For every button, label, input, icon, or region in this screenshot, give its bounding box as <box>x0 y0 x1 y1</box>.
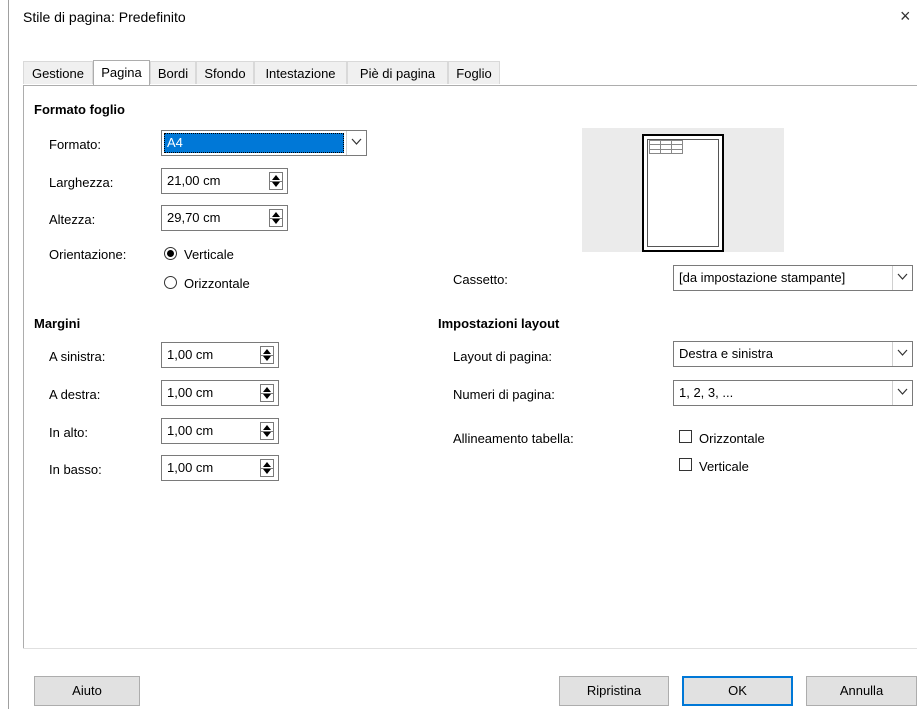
margin-left-stepper[interactable]: 1,00 cm <box>161 342 279 368</box>
footer-divider <box>23 648 917 649</box>
margin-bottom-spin-buttons[interactable] <box>260 459 274 477</box>
paper-format-heading: Formato foglio <box>34 102 125 117</box>
orientation-label: Orientazione: <box>49 247 127 262</box>
page-layout-value: Destra e sinistra <box>679 346 773 361</box>
margin-top-value: 1,00 cm <box>167 423 214 438</box>
margin-left-value: 1,00 cm <box>167 347 214 362</box>
page-numbers-select[interactable]: 1, 2, 3, ... <box>673 380 913 406</box>
ok-button[interactable]: OK <box>682 676 793 706</box>
tray-value: [da impostazione stampante] <box>679 270 846 285</box>
margin-top-label: In alto: <box>49 425 89 440</box>
margin-right-label: A destra: <box>49 387 101 402</box>
horizontal-checkbox[interactable] <box>679 430 692 443</box>
tab-intestazione[interactable]: Intestazione <box>254 61 347 84</box>
width-label: Larghezza: <box>49 175 114 190</box>
orientation-landscape-label[interactable]: Orizzontale <box>184 276 250 291</box>
vertical-label[interactable]: Verticale <box>699 459 749 474</box>
chevron-down-icon[interactable] <box>346 131 366 155</box>
chevron-down-icon[interactable] <box>892 342 912 366</box>
margin-top-spin-buttons[interactable] <box>260 422 274 440</box>
height-stepper[interactable]: 29,70 cm <box>161 205 288 231</box>
margin-left-label: A sinistra: <box>49 349 106 364</box>
margin-bottom-value: 1,00 cm <box>167 460 214 475</box>
orientation-portrait-label[interactable]: Verticale <box>184 247 234 262</box>
window-edge <box>0 0 9 709</box>
margin-top-stepper[interactable]: 1,00 cm <box>161 418 279 444</box>
tab-foglio[interactable]: Foglio <box>448 61 500 84</box>
chevron-down-icon[interactable] <box>892 266 912 290</box>
orientation-landscape-radio[interactable] <box>164 276 177 289</box>
height-spin-buttons[interactable] <box>269 209 283 227</box>
format-label: Formato: <box>49 137 102 152</box>
tab-sfondo[interactable]: Sfondo <box>196 61 254 84</box>
dialog-title: Stile di pagina: Predefinito <box>23 9 186 25</box>
page-numbers-value: 1, 2, 3, ... <box>679 385 734 400</box>
tab-pagina[interactable]: Pagina <box>93 60 150 85</box>
width-stepper[interactable]: 21,00 cm <box>161 168 288 194</box>
format-select[interactable]: A4 <box>161 130 367 156</box>
page-numbers-label: Numeri di pagina: <box>453 387 555 402</box>
page-layout-label: Layout di pagina: <box>453 349 553 364</box>
table-alignment-label: Allineamento tabella: <box>453 431 574 446</box>
width-value: 21,00 cm <box>167 173 221 188</box>
page-preview-sheet <box>642 134 724 252</box>
layout-heading: Impostazioni layout <box>438 316 560 331</box>
height-value: 29,70 cm <box>167 210 221 225</box>
margin-left-spin-buttons[interactable] <box>260 346 274 364</box>
margin-bottom-stepper[interactable]: 1,00 cm <box>161 455 279 481</box>
tab-bordi[interactable]: Bordi <box>150 61 196 84</box>
close-icon[interactable]: × <box>900 6 917 27</box>
tray-select[interactable]: [da impostazione stampante] <box>673 265 913 291</box>
cancel-button[interactable]: Annulla <box>806 676 917 706</box>
margin-right-spin-buttons[interactable] <box>260 384 274 402</box>
margin-bottom-label: In basso: <box>49 462 102 477</box>
reset-button[interactable]: Ripristina <box>559 676 669 706</box>
height-label: Altezza: <box>49 212 96 227</box>
table-preview-icon <box>649 140 683 154</box>
margin-right-stepper[interactable]: 1,00 cm <box>161 380 279 406</box>
margins-heading: Margini <box>34 316 81 331</box>
vertical-checkbox[interactable] <box>679 458 692 471</box>
format-selection-highlight <box>164 133 344 153</box>
tab-pie-di-pagina[interactable]: Piè di pagina <box>347 61 448 84</box>
margin-right-value: 1,00 cm <box>167 385 214 400</box>
orientation-portrait-radio[interactable] <box>164 247 177 260</box>
tab-gestione[interactable]: Gestione <box>23 61 93 84</box>
help-button[interactable]: Aiuto <box>34 676 140 706</box>
tray-label: Cassetto: <box>453 272 508 287</box>
width-spin-buttons[interactable] <box>269 172 283 190</box>
horizontal-label[interactable]: Orizzontale <box>699 431 765 446</box>
format-value: A4 <box>167 135 183 150</box>
chevron-down-icon[interactable] <box>892 381 912 405</box>
page-layout-select[interactable]: Destra e sinistra <box>673 341 913 367</box>
